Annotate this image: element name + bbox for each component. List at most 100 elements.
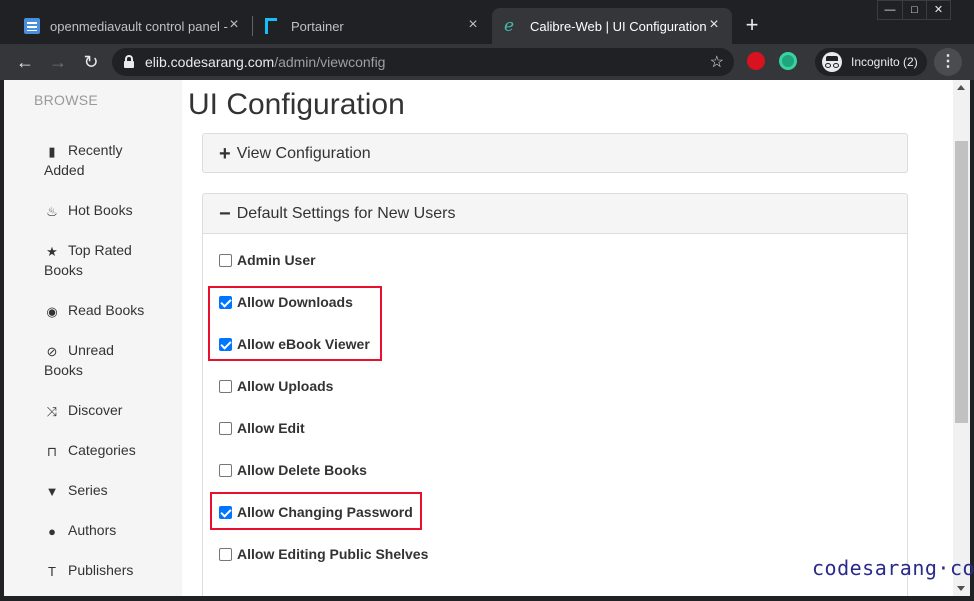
close-window-button[interactable]: ✕ bbox=[926, 1, 950, 19]
close-tab-icon[interactable]: × bbox=[706, 17, 722, 33]
tab-openmediavault[interactable]: openmediavault control panel - c × bbox=[14, 8, 252, 44]
page-viewport: BROWSE ▮ Recently Added ♨ Hot Books ★ Top R… bbox=[4, 80, 970, 596]
panel-header[interactable]: + View Configuration bbox=[203, 134, 907, 174]
checkbox[interactable] bbox=[219, 253, 232, 267]
sidebar-item-label: Categories bbox=[68, 442, 136, 458]
sidebar-item-authors[interactable]: ● Authors bbox=[44, 520, 164, 540]
checkbox-label: Allow Uploads bbox=[237, 378, 334, 394]
plus-icon: + bbox=[219, 143, 231, 165]
bookmark-icon: ▼ bbox=[45, 484, 59, 499]
back-button[interactable]: ← bbox=[13, 50, 37, 74]
sidebar-item-label: Read Books bbox=[68, 302, 145, 318]
inbox-icon: ⊓ bbox=[46, 444, 58, 459]
incognito-indicator[interactable]: Incognito (2) bbox=[815, 48, 927, 76]
bookmark-star-icon[interactable]: ☆ bbox=[710, 52, 724, 72]
browser-toolbar: ← → ↻ elib.codesarang.com/admin/viewconf… bbox=[0, 44, 974, 80]
sidebar-item-label: Hot Books bbox=[68, 202, 133, 218]
checkbox-label: Admin User bbox=[237, 252, 316, 268]
sidebar-item-label: Publishers bbox=[68, 562, 134, 578]
default-settings-panel: − Default Settings for New Users Admin U… bbox=[202, 193, 908, 596]
url-host: elib.codesarang.com bbox=[145, 54, 275, 70]
checkbox[interactable] bbox=[219, 379, 232, 393]
panel-title: View Configuration bbox=[236, 145, 371, 162]
shuffle-icon: ⤨ bbox=[46, 404, 58, 419]
checkbox[interactable] bbox=[219, 547, 232, 561]
tab-calibre-web[interactable]: e Calibre-Web | UI Configuration × bbox=[492, 8, 732, 44]
text-icon: T bbox=[48, 564, 56, 579]
close-tab-icon[interactable]: × bbox=[226, 17, 242, 33]
calibre-favicon-icon: e bbox=[504, 16, 515, 36]
star-icon: ★ bbox=[46, 244, 58, 259]
sidebar-item-label: Books bbox=[44, 362, 83, 378]
checkbox[interactable] bbox=[219, 463, 232, 477]
admin-user-checkbox[interactable]: Admin User bbox=[219, 252, 316, 268]
url-path: /admin/viewconfig bbox=[274, 54, 386, 70]
sidebar-item-label: Recently bbox=[68, 142, 123, 158]
browser-menu-icon[interactable]: ⋮ bbox=[934, 48, 962, 76]
new-tab-button[interactable]: + bbox=[741, 14, 763, 36]
close-tab-icon[interactable]: × bbox=[465, 17, 481, 33]
watermark: codesarang·com bbox=[812, 556, 974, 580]
url-text: elib.codesarang.com/admin/viewconfig bbox=[145, 54, 385, 70]
tab-portainer[interactable]: Portainer × bbox=[253, 8, 491, 44]
panel-header[interactable]: − Default Settings for New Users bbox=[203, 194, 907, 234]
checkbox-label: Allow Delete Books bbox=[237, 462, 367, 478]
sidebar-item-label: Authors bbox=[68, 522, 117, 538]
tab-title: Calibre-Web | UI Configuration bbox=[530, 18, 707, 34]
allow-delete-books-checkbox[interactable]: Allow Delete Books bbox=[219, 462, 367, 478]
incognito-icon bbox=[822, 52, 842, 72]
sidebar-item-recently-added[interactable]: ▮ Recently Added bbox=[44, 140, 164, 180]
sidebar-item-label: Top Rated bbox=[68, 242, 132, 258]
view-configuration-panel[interactable]: + View Configuration bbox=[202, 133, 908, 173]
allow-edit-checkbox[interactable]: Allow Edit bbox=[219, 420, 305, 436]
window-controls: — □ ✕ bbox=[877, 0, 951, 20]
scroll-up-icon[interactable] bbox=[957, 85, 965, 90]
sidebar-item-unread-books[interactable]: ⊘ Unread Books bbox=[44, 340, 164, 380]
sidebar-item-hot-books[interactable]: ♨ Hot Books bbox=[44, 200, 164, 220]
reload-button[interactable]: ↻ bbox=[79, 50, 103, 74]
extension-icon[interactable] bbox=[779, 52, 797, 70]
checkbox-label: Allow Edit bbox=[237, 420, 305, 436]
tab-strip: openmediavault control panel - c × Porta… bbox=[0, 0, 974, 44]
sidebar-heading: BROWSE bbox=[34, 92, 99, 108]
book-icon: ▮ bbox=[48, 144, 56, 159]
incognito-label: Incognito (2) bbox=[851, 55, 918, 69]
scrollbar-thumb[interactable] bbox=[955, 141, 968, 423]
page-title: UI Configuration bbox=[188, 88, 405, 121]
vertical-scrollbar[interactable] bbox=[953, 80, 970, 596]
checkbox[interactable] bbox=[219, 421, 232, 435]
minimize-button[interactable]: — bbox=[878, 1, 902, 19]
sidebar-item-categories[interactable]: ⊓ Categories bbox=[44, 440, 164, 460]
allow-uploads-checkbox[interactable]: Allow Uploads bbox=[219, 378, 333, 394]
sidebar: BROWSE ▮ Recently Added ♨ Hot Books ★ Top R… bbox=[4, 80, 182, 596]
maximize-button[interactable]: □ bbox=[902, 1, 926, 19]
forward-button[interactable]: → bbox=[46, 50, 70, 74]
minus-icon: − bbox=[219, 202, 231, 225]
sidebar-item-discover[interactable]: ⤨ Discover bbox=[44, 400, 164, 420]
sidebar-item-label: Added bbox=[44, 162, 85, 178]
sidebar-item-label: Unread bbox=[68, 342, 114, 358]
sidebar-item-series[interactable]: ▼ Series bbox=[44, 480, 164, 500]
user-icon: ● bbox=[48, 524, 56, 539]
sidebar-item-read-books[interactable]: ◉ Read Books bbox=[44, 300, 164, 320]
sidebar-item-label: Discover bbox=[68, 402, 123, 418]
highlight-box bbox=[210, 492, 422, 530]
browser-window: openmediavault control panel - c × Porta… bbox=[0, 0, 974, 601]
eye-slash-icon: ⊘ bbox=[46, 344, 58, 359]
tab-title: Portainer bbox=[291, 18, 344, 34]
portainer-favicon-icon bbox=[265, 18, 277, 34]
scroll-down-icon[interactable] bbox=[957, 586, 965, 591]
lock-icon bbox=[124, 55, 134, 68]
sidebar-item-label: Books bbox=[44, 262, 83, 278]
sidebar-item-label: Series bbox=[68, 482, 108, 498]
adblock-extension-icon[interactable] bbox=[747, 52, 765, 70]
omv-favicon-icon bbox=[24, 18, 40, 34]
sidebar-item-publishers[interactable]: T Publishers bbox=[44, 560, 164, 580]
fire-icon: ♨ bbox=[46, 204, 58, 219]
checkbox-label: Allow Editing Public Shelves bbox=[237, 546, 429, 562]
highlight-box bbox=[208, 286, 382, 361]
sidebar-item-top-rated[interactable]: ★ Top Rated Books bbox=[44, 240, 164, 280]
tab-title: openmediavault control panel - c bbox=[50, 18, 230, 34]
address-bar[interactable]: elib.codesarang.com/admin/viewconfig ☆ bbox=[112, 48, 734, 76]
allow-editing-public-shelves-checkbox[interactable]: Allow Editing Public Shelves bbox=[219, 546, 428, 562]
